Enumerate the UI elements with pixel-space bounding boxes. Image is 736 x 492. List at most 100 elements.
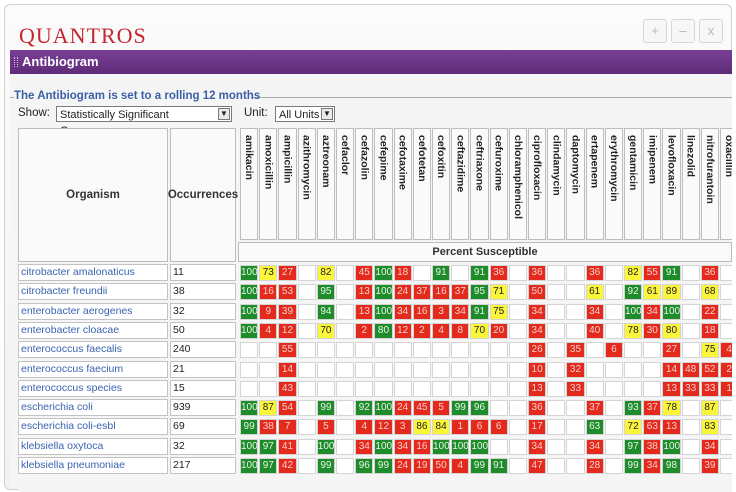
susceptibility-cell[interactable]: 91 [470, 303, 489, 320]
susceptibility-cell[interactable] [508, 284, 527, 301]
susceptibility-cell[interactable] [681, 284, 700, 301]
susceptibility-cell[interactable]: 4 [451, 458, 470, 474]
susceptibility-cell[interactable] [585, 380, 604, 397]
susceptibility-cell[interactable]: 4 [432, 322, 451, 339]
susceptibility-cell[interactable]: 17 [528, 419, 547, 436]
susceptibility-cell[interactable] [297, 458, 316, 474]
drug-column-header-cefuroxime[interactable]: cefuroxime [489, 128, 508, 240]
close-button[interactable]: x [699, 19, 723, 43]
susceptibility-cell[interactable] [259, 380, 278, 397]
susceptibility-cell[interactable]: 80 [374, 322, 393, 339]
organism-link[interactable]: enterobacter cloacae [18, 321, 168, 339]
susceptibility-cell[interactable] [566, 322, 585, 339]
susceptibility-cell[interactable]: 32 [566, 361, 585, 378]
susceptibility-cell[interactable]: 13 [355, 303, 374, 320]
susceptibility-cell[interactable]: 36 [528, 265, 547, 281]
susceptibility-cell[interactable] [470, 361, 489, 378]
susceptibility-cell[interactable] [604, 380, 623, 397]
susceptibility-cell[interactable]: 10 [528, 361, 547, 378]
susceptibility-cell[interactable] [547, 303, 566, 320]
susceptibility-cell[interactable]: 16 [259, 284, 278, 301]
organism-column-header[interactable]: Organism [18, 128, 168, 262]
organism-link[interactable]: klebsiella pneumoniae [18, 457, 168, 474]
susceptibility-cell[interactable]: 100 [662, 303, 681, 320]
susceptibility-cell[interactable]: 100 [662, 438, 681, 455]
susceptibility-cell[interactable]: 91 [470, 265, 489, 281]
susceptibility-cell[interactable]: 91 [662, 265, 681, 281]
drug-column-header-cefotaxime[interactable]: cefotaxime [393, 128, 412, 240]
susceptibility-cell[interactable]: 1 [720, 380, 732, 397]
susceptibility-cell[interactable]: 72 [624, 419, 643, 436]
maximize-button[interactable]: + [643, 19, 667, 43]
susceptibility-cell[interactable] [681, 265, 700, 281]
susceptibility-cell[interactable]: 2 [355, 322, 374, 339]
susceptibility-cell[interactable]: 12 [278, 322, 297, 339]
susceptibility-cell[interactable] [240, 380, 259, 397]
susceptibility-cell[interactable] [336, 438, 355, 455]
susceptibility-cell[interactable]: 34 [528, 322, 547, 339]
susceptibility-cell[interactable] [643, 342, 662, 359]
susceptibility-cell[interactable] [604, 284, 623, 301]
susceptibility-cell[interactable]: 50 [528, 284, 547, 301]
susceptibility-cell[interactable] [432, 342, 451, 359]
drug-column-header-amoxicillin[interactable]: amoxicillin [259, 128, 278, 240]
susceptibility-cell[interactable]: 37 [643, 400, 662, 417]
susceptibility-cell[interactable]: 97 [624, 438, 643, 455]
susceptibility-cell[interactable] [720, 303, 732, 320]
drug-column-header-ceftazidime[interactable]: ceftazidime [451, 128, 470, 240]
susceptibility-cell[interactable]: 37 [412, 284, 431, 301]
susceptibility-cell[interactable]: 38 [259, 419, 278, 436]
susceptibility-cell[interactable]: 100 [374, 284, 393, 301]
susceptibility-cell[interactable] [316, 361, 335, 378]
dropdown-arrow-icon[interactable]: ▼ [218, 108, 230, 120]
susceptibility-cell[interactable] [604, 265, 623, 281]
susceptibility-cell[interactable]: 39 [700, 458, 719, 474]
susceptibility-cell[interactable]: 100 [240, 458, 259, 474]
susceptibility-cell[interactable] [604, 438, 623, 455]
susceptibility-cell[interactable]: 40 [585, 322, 604, 339]
susceptibility-cell[interactable] [297, 380, 316, 397]
susceptibility-cell[interactable] [585, 361, 604, 378]
susceptibility-cell[interactable]: 73 [259, 265, 278, 281]
susceptibility-cell[interactable] [566, 400, 585, 417]
susceptibility-cell[interactable] [681, 438, 700, 455]
susceptibility-cell[interactable]: 87 [259, 400, 278, 417]
susceptibility-cell[interactable] [336, 322, 355, 339]
susceptibility-cell[interactable]: 45 [412, 400, 431, 417]
susceptibility-cell[interactable]: 5 [432, 400, 451, 417]
drug-column-header-ceftriaxone[interactable]: ceftriaxone [470, 128, 489, 240]
susceptibility-cell[interactable] [508, 265, 527, 281]
susceptibility-cell[interactable] [316, 342, 335, 359]
susceptibility-cell[interactable] [508, 400, 527, 417]
susceptibility-cell[interactable] [643, 380, 662, 397]
susceptibility-cell[interactable] [336, 458, 355, 474]
susceptibility-cell[interactable] [566, 458, 585, 474]
susceptibility-cell[interactable]: 34 [643, 303, 662, 320]
susceptibility-cell[interactable] [624, 361, 643, 378]
susceptibility-cell[interactable]: 70 [470, 322, 489, 339]
drug-column-header-levofloxacin[interactable]: levofloxacin [662, 128, 681, 240]
susceptibility-cell[interactable]: 1 [451, 419, 470, 436]
susceptibility-cell[interactable] [604, 361, 623, 378]
susceptibility-cell[interactable] [240, 361, 259, 378]
susceptibility-cell[interactable]: 91 [489, 458, 508, 474]
susceptibility-cell[interactable] [508, 380, 527, 397]
susceptibility-cell[interactable] [336, 342, 355, 359]
susceptibility-cell[interactable]: 91 [432, 265, 451, 281]
susceptibility-cell[interactable]: 70 [316, 322, 335, 339]
organism-link[interactable]: escherichia coli [18, 399, 168, 417]
susceptibility-cell[interactable] [393, 361, 412, 378]
susceptibility-cell[interactable]: 13 [662, 419, 681, 436]
drug-column-header-cefaclor[interactable]: cefaclor [336, 128, 355, 240]
susceptibility-cell[interactable] [297, 322, 316, 339]
susceptibility-cell[interactable]: 93 [624, 400, 643, 417]
susceptibility-cell[interactable] [336, 361, 355, 378]
susceptibility-cell[interactable]: 6 [604, 342, 623, 359]
susceptibility-cell[interactable] [297, 361, 316, 378]
susceptibility-cell[interactable] [585, 342, 604, 359]
susceptibility-cell[interactable]: 53 [278, 284, 297, 301]
susceptibility-cell[interactable]: 96 [470, 400, 489, 417]
susceptibility-cell[interactable]: 95 [470, 284, 489, 301]
susceptibility-cell[interactable] [566, 303, 585, 320]
susceptibility-cell[interactable] [336, 303, 355, 320]
